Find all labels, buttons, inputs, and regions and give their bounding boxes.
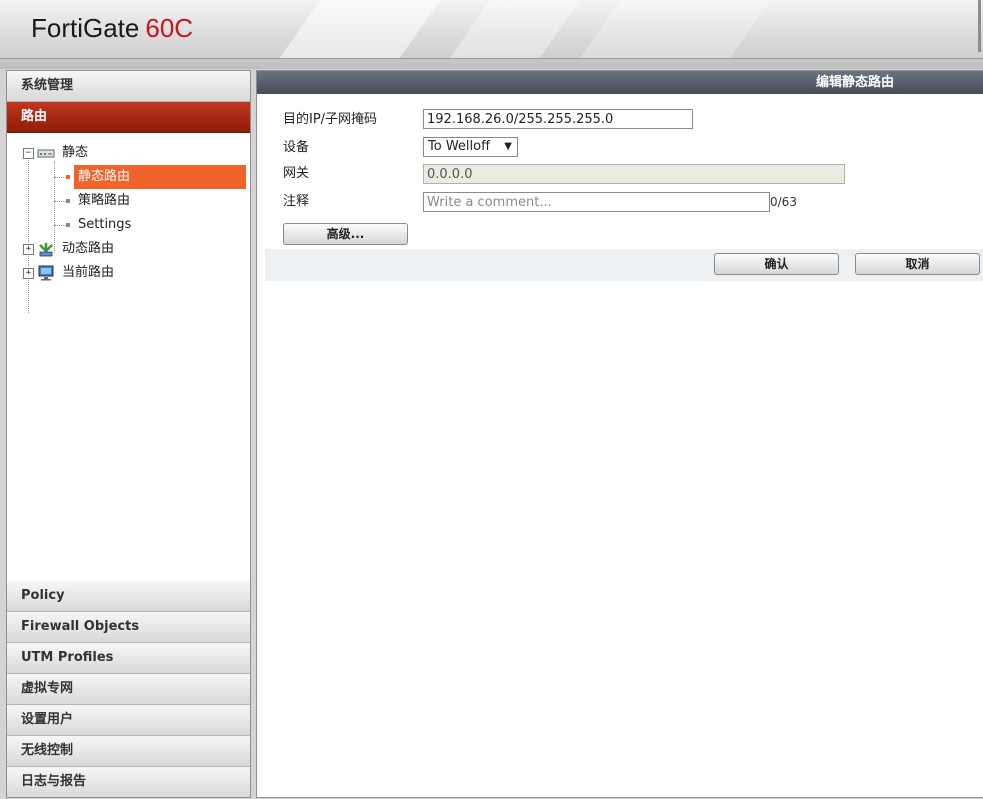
nav-system-admin[interactable]: 系统管理 xyxy=(7,71,250,102)
nav-log-report[interactable]: 日志与报告 xyxy=(7,767,250,797)
nav-firewall-objects[interactable]: Firewall Objects xyxy=(7,612,250,643)
nav-router[interactable]: 路由 xyxy=(7,102,250,133)
header-decoration xyxy=(279,0,441,58)
expand-icon[interactable]: + xyxy=(23,268,34,279)
router-tree: − 静态 静态路由 策略路由 Settings + 动态路由 + 当前路由 xyxy=(7,133,250,616)
brand-logo: FortiGate 60C xyxy=(31,13,193,44)
tree-item-dynamic-route[interactable]: + 动态路由 xyxy=(7,237,250,261)
nav-policy[interactable]: Policy xyxy=(7,581,250,612)
page-title: 编辑静态路由 xyxy=(257,71,983,94)
leaf-bullet-icon xyxy=(66,199,70,203)
cancel-button[interactable]: 取消 xyxy=(855,253,980,275)
tree-item-static[interactable]: − 静态 xyxy=(7,141,250,165)
nav-user[interactable]: 设置用户 xyxy=(7,705,250,736)
tree-item-current-route[interactable]: + 当前路由 xyxy=(7,261,250,285)
advanced-button[interactable]: 高级... xyxy=(283,223,408,245)
device-select-value: To Welloff xyxy=(428,139,491,154)
gateway-input[interactable]: 0.0.0.0 xyxy=(423,164,845,184)
device-label: 设备 xyxy=(283,140,310,155)
comment-input[interactable]: Write a comment... xyxy=(423,192,770,212)
dynamic-route-icon xyxy=(39,243,53,257)
tree-label: 静态 xyxy=(62,145,89,160)
monitor-icon xyxy=(38,265,54,281)
header-decoration xyxy=(579,0,771,58)
nav-vpn[interactable]: 虚拟专网 xyxy=(7,674,250,705)
main-panel: 编辑静态路由 目的IP/子网掩码 192.168.26.0/255.255.25… xyxy=(256,70,983,798)
tree-item-settings[interactable]: Settings xyxy=(7,213,250,237)
dest-ip-label: 目的IP/子网掩码 xyxy=(283,112,378,127)
header-subbar xyxy=(0,59,983,69)
dropdown-arrow-icon: ▼ xyxy=(504,141,512,152)
dest-ip-input[interactable]: 192.168.26.0/255.255.255.0 xyxy=(423,109,693,129)
collapse-icon[interactable]: − xyxy=(23,148,34,159)
tree-label: 静态路由 xyxy=(78,169,131,184)
gateway-label: 网关 xyxy=(283,166,310,181)
header-divider xyxy=(978,0,981,52)
ok-button[interactable]: 确认 xyxy=(714,253,839,275)
comment-label: 注释 xyxy=(283,194,310,209)
router-device-icon xyxy=(37,149,55,158)
tree-item-policy-route[interactable]: 策略路由 xyxy=(7,189,250,213)
nav-utm-profiles[interactable]: UTM Profiles xyxy=(7,643,250,674)
header-decoration xyxy=(449,0,581,58)
brand-model: 60C xyxy=(145,13,194,43)
tree-label: Settings xyxy=(78,217,132,232)
leaf-bullet-icon xyxy=(66,223,70,227)
app-header: FortiGate 60C xyxy=(0,0,983,59)
tree-label: 动态路由 xyxy=(62,241,115,256)
sidebar: 系统管理 路由 − 静态 静态路由 策略路由 Settings + 动态路由 +… xyxy=(6,70,251,798)
device-select[interactable]: To Welloff ▼ xyxy=(423,137,518,157)
sidebar-bottom-sections: Policy Firewall Objects UTM Profiles 虚拟专… xyxy=(7,581,250,797)
tree-label: 当前路由 xyxy=(62,265,115,280)
tree-label: 策略路由 xyxy=(78,193,131,208)
comment-char-count: 0/63 xyxy=(770,195,797,209)
tree-item-static-route[interactable]: 静态路由 xyxy=(7,165,250,189)
nav-wireless[interactable]: 无线控制 xyxy=(7,736,250,767)
leaf-bullet-icon xyxy=(66,175,70,179)
brand-name: FortiGate xyxy=(31,13,140,43)
expand-icon[interactable]: + xyxy=(23,244,34,255)
